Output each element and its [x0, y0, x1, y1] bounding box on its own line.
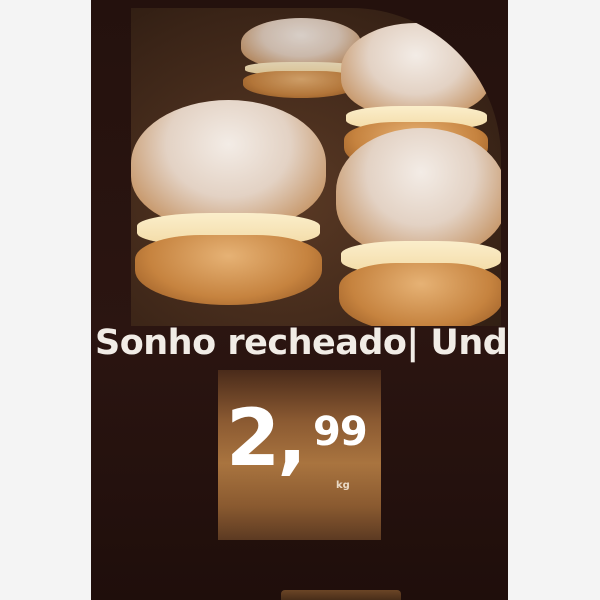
price-decimal: 99 — [313, 409, 368, 455]
next-price-tag-edge — [281, 590, 401, 600]
product-card[interactable]: Sonho recheado| Und 2, 99 kg — [91, 0, 508, 600]
doughnut-image — [336, 128, 501, 326]
price-tag: 2, 99 kg — [218, 370, 381, 540]
price-integer: 2, — [226, 394, 307, 484]
price-unit: kg — [336, 480, 350, 491]
doughnut-image — [131, 100, 326, 305]
product-photo — [131, 8, 501, 326]
product-name: Sonho recheado| Und — [95, 323, 508, 363]
